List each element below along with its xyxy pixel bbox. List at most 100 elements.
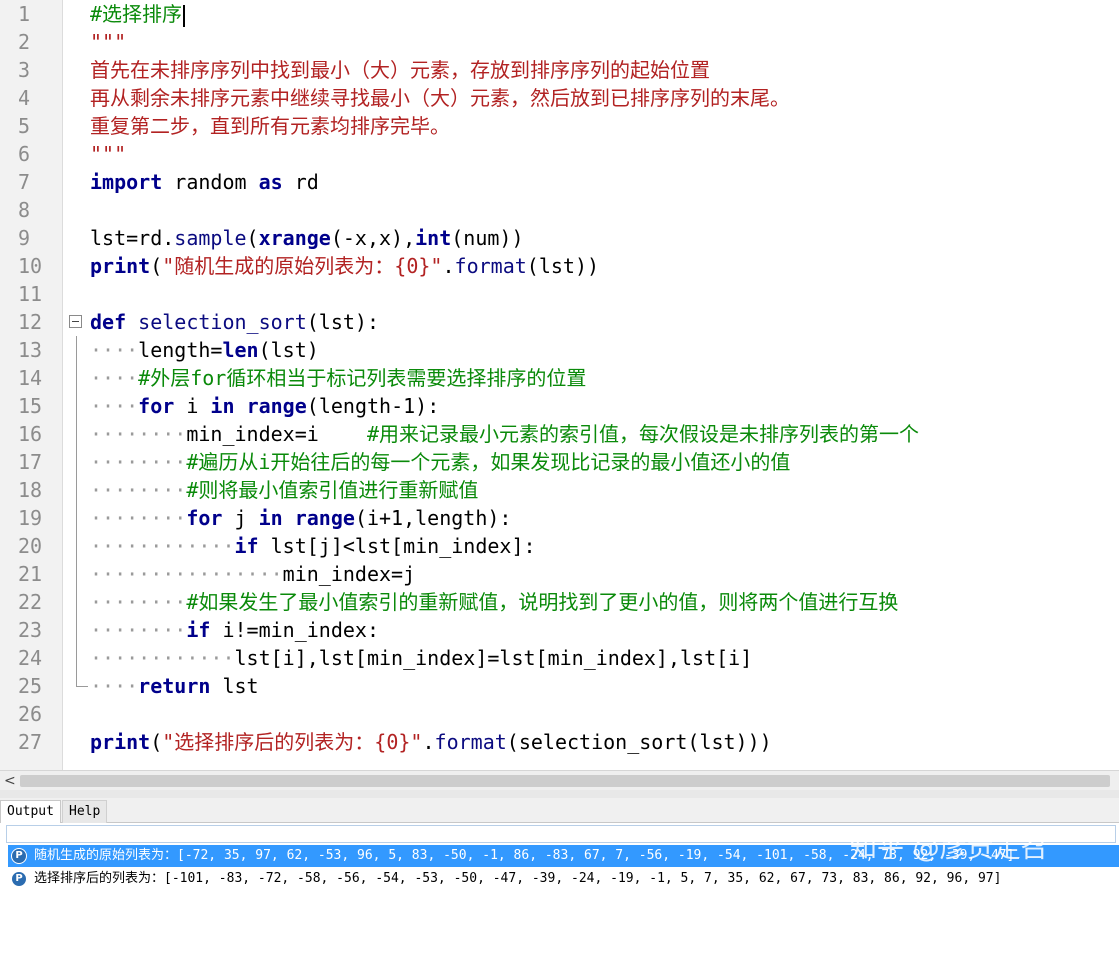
code-token: print [90,730,151,754]
code-area[interactable]: 1 #选择排序 2 """ 3 首先在未排序序列中找到最小（大）元素，存放到排序序列的起始… [0,0,1119,770]
code-line[interactable]: 15 ····for i in range(length-1): [0,392,1119,420]
code-token: import [90,170,163,194]
code-line[interactable]: 22 ········#如果发生了最小值索引的重新赋值，说明找到了更小的值，则将两… [0,588,1119,616]
code-line[interactable]: 4 再从剩余未排序元素中继续寻找最小（大）元素，然后放到已排序序列的末尾。 [0,84,1119,112]
code-line[interactable]: 6 """ [0,140,1119,168]
line-number: 9 [18,226,31,250]
line-number: 11 [18,282,43,306]
code-line[interactable]: 9 lst=rd.sample(xrange(-x,x),int(num)) [0,224,1119,252]
code-text: #选择排序 [90,0,186,28]
code-line[interactable]: 21 ················min_index=j [0,560,1119,588]
code-text: 重复第二步，直到所有元素均排序完毕。 [90,112,450,140]
code-token: #外层for循环相当于标记列表需要选择排序的位置 [138,366,587,390]
code-token: (num)) [451,226,524,250]
code-text: ············if lst[j]<lst[min_index]: [90,532,536,560]
scrollbar-thumb[interactable] [20,775,1110,787]
scroll-left-arrow-icon[interactable]: < [4,773,16,789]
code-line[interactable]: 11 [0,280,1119,308]
line-number: 4 [18,86,31,110]
line-number: 18 [18,478,43,502]
code-text: 首先在未排序序列中找到最小（大）元素，存放到排序序列的起始位置 [90,56,710,84]
line-number: 1 [18,2,31,26]
code-line[interactable]: 10 print("随机生成的原始列表为：{0}".format(lst)) [0,252,1119,280]
code-line[interactable]: 7 import random as rd [0,168,1119,196]
code-token: in [258,506,283,530]
code-token: (lst): [306,310,379,334]
code-token: range [246,394,307,418]
code-token: lst[j]<lst[min_index]: [258,534,536,558]
code-text: ········min_index=i #用来记录最小元素的索引值，每次假设是未… [90,420,919,448]
fold-guide-line [76,336,77,686]
tab-output[interactable]: Output [0,800,61,823]
code-line[interactable]: 17 ········#遍历从i开始往后的每一个元素，如果发现比记录的最小值还小的… [0,448,1119,476]
code-token: (lst) [258,338,319,362]
code-line[interactable]: 18 ········#则将最小值索引值进行重新赋值 [0,476,1119,504]
code-line[interactable]: 23 ········if i!=min_index: [0,616,1119,644]
code-token: random [162,170,259,194]
code-line[interactable]: 27 print("选择排序后的列表为：{0}".format(selection… [0,728,1119,756]
code-text: ············lst[i],lst[min_index]=lst[mi… [90,644,752,672]
code-token: "选择排序后的列表为：{0}" [162,730,423,754]
line-number: 17 [18,450,43,474]
line-number: 23 [18,618,43,642]
code-token: (selection_sort(lst))) [506,730,772,754]
watermark-text: 知乎 @彦贡走召 [850,833,1048,864]
line-number: 2 [18,30,31,54]
code-editor[interactable]: 1 #选择排序 2 """ 3 首先在未排序序列中找到最小（大）元素，存放到排序序列的起始… [0,0,1119,770]
code-line[interactable]: 2 """ [0,28,1119,56]
code-token: min_index=j [282,562,416,586]
text-caret [183,4,186,27]
code-token: (-x,x), [330,226,416,250]
code-token: #如果发生了最小值索引的重新赋值，说明找到了更小的值，则将两个值进行互换 [186,590,899,614]
code-line[interactable]: 12 def selection_sort(lst): [0,308,1119,336]
code-token: ···· [90,394,139,418]
code-token: format [454,254,527,278]
output-line[interactable]: P 选择排序后的列表为：[-101, -83, -72, -58, -56, -… [8,868,1119,890]
python-output-icon: P [11,848,27,864]
tab-help[interactable]: Help [62,800,108,823]
code-line[interactable]: 19 ········for j in range(i+1,length): [0,504,1119,532]
code-token: 再从剩余未排序元素中继续寻找最小（大）元素，然后放到已排序序列的末尾。 [90,86,790,110]
code-token: j [222,506,259,530]
code-token: #选择排序 [90,2,183,26]
line-number: 25 [18,674,43,698]
code-token: lst [210,674,259,698]
fold-minus-icon[interactable] [69,315,82,328]
code-line[interactable]: 20 ············if lst[j]<lst[min_index]: [0,532,1119,560]
line-number: 13 [18,338,43,362]
horizontal-scrollbar[interactable]: < [0,770,1119,791]
code-line[interactable]: 8 [0,196,1119,224]
code-line[interactable]: 3 首先在未排序序列中找到最小（大）元素，存放到排序序列的起始位置 [0,56,1119,84]
code-line[interactable]: 26 [0,700,1119,728]
code-token: print [90,254,151,278]
code-text: 再从剩余未排序元素中继续寻找最小（大）元素，然后放到已排序序列的末尾。 [90,84,790,112]
code-line[interactable]: 14 ····#外层for循环相当于标记列表需要选择排序的位置 [0,364,1119,392]
code-line[interactable]: 16 ········min_index=i #用来记录最小元素的索引值，每次假设… [0,420,1119,448]
code-line[interactable]: 5 重复第二步，直到所有元素均排序完毕。 [0,112,1119,140]
line-number: 15 [18,394,43,418]
code-token: ········ [90,506,187,530]
code-text: ················min_index=j [90,560,415,588]
code-text: ····#外层for循环相当于标记列表需要选择排序的位置 [90,364,586,392]
code-text: print("选择排序后的列表为：{0}".format(selection_s… [90,728,772,756]
code-text: ········if i!=min_index: [90,616,379,644]
line-number: 14 [18,366,43,390]
code-token: """ [90,30,127,54]
line-number: 26 [18,702,43,726]
code-line[interactable]: 13 ····length=len(lst) [0,336,1119,364]
code-text: ········#则将最小值索引值进行重新赋值 [90,476,478,504]
code-token: ( [150,254,163,278]
code-line[interactable]: 1 #选择排序 [0,0,1119,28]
code-text: ····return lst [90,672,259,700]
code-token: ( [246,226,259,250]
code-line[interactable]: 24 ············lst[i],lst[min_index]=lst[… [0,644,1119,672]
code-token: as [258,170,283,194]
code-line[interactable]: 25 ····return lst [0,672,1119,700]
line-number: 10 [18,254,43,278]
code-token: length= [138,338,223,362]
code-text: ····for i in range(length-1): [90,392,439,420]
panel-splitter[interactable] [0,790,1119,798]
code-token: ···· [90,338,139,362]
code-token: len [222,338,259,362]
